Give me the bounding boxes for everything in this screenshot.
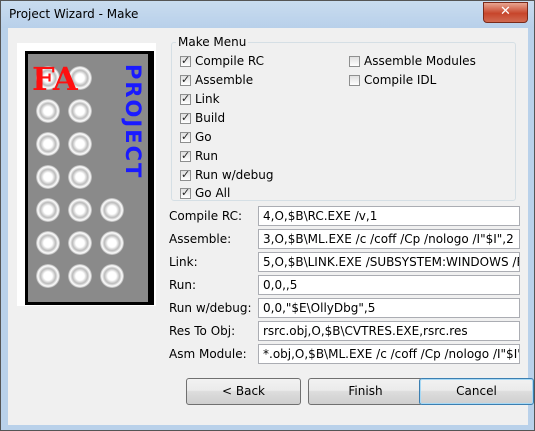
- field-label-6: Asm Module:: [169, 347, 247, 361]
- checkbox-label: Assemble: [195, 73, 254, 87]
- checkbox-label: Compile RC: [195, 54, 265, 68]
- image-pattern-blob: [68, 132, 92, 156]
- checkbox-box[interactable]: [349, 55, 360, 67]
- checkbox-label: Go All: [195, 186, 231, 200]
- checkbox-assemble-modules[interactable]: Assemble Modules: [349, 53, 476, 69]
- field-label-5: Res To Obj:: [169, 324, 236, 338]
- checkbox-compile-idl[interactable]: Compile IDL: [349, 72, 436, 88]
- checkbox-label: Run w/debug: [195, 168, 274, 182]
- checkbox-assemble[interactable]: Assemble: [180, 72, 253, 88]
- checkbox-label: Link: [195, 92, 220, 106]
- checkbox-label: Assemble Modules: [364, 54, 476, 68]
- checkbox-box[interactable]: [180, 111, 191, 124]
- make-menu-legend: Make Menu: [178, 35, 247, 49]
- checkbox-build[interactable]: Build: [180, 110, 225, 126]
- checkbox-box[interactable]: [180, 92, 191, 105]
- image-pattern-blob: [36, 99, 60, 123]
- checkbox-label: Build: [195, 111, 226, 125]
- wizard-image-frame: FA PROJECT: [17, 43, 156, 306]
- field-input-run[interactable]: 0,0,,5: [258, 275, 520, 295]
- checkbox-label: Go: [195, 130, 212, 144]
- checkbox-go[interactable]: Go: [180, 129, 212, 145]
- checkbox-box[interactable]: [180, 54, 191, 67]
- wizard-image: FA PROJECT: [25, 51, 154, 305]
- field-label-3: Run:: [169, 278, 197, 292]
- checkbox-run[interactable]: Run: [180, 148, 218, 164]
- image-pattern-blob: [100, 198, 124, 222]
- close-icon: ✕: [500, 4, 511, 19]
- image-pattern-blob: [68, 165, 92, 189]
- close-button[interactable]: ✕: [483, 2, 528, 23]
- image-pattern-blob: [100, 231, 124, 255]
- field-label-2: Link:: [169, 255, 198, 269]
- cancel-button[interactable]: Cancel: [419, 378, 534, 405]
- project-wizard-window: Project Wizard - Make ✕ FA PROJECT Make …: [0, 0, 535, 431]
- field-input-run-w-debug[interactable]: 0,0,"$E\OllyDbg",5: [258, 298, 520, 318]
- checkbox-box[interactable]: [180, 149, 191, 162]
- checkbox-box[interactable]: [349, 74, 360, 86]
- image-pattern-blob: [68, 99, 92, 123]
- finish-button[interactable]: Finish: [308, 378, 423, 405]
- field-label-1: Assemble:: [169, 232, 232, 246]
- back-button[interactable]: < Back: [186, 378, 301, 405]
- image-pattern-blob: [68, 231, 92, 255]
- title-bar[interactable]: Project Wizard - Make ✕: [1, 1, 534, 28]
- field-input-compile-rc[interactable]: 4,O,$B\RC.EXE /v,1: [258, 206, 520, 226]
- field-input-assemble[interactable]: 3,O,$B\ML.EXE /c /coff /Cp /nologo /I"$I…: [258, 229, 520, 249]
- image-pattern-blob: [68, 198, 92, 222]
- wizard-image-canvas: FA PROJECT: [28, 54, 148, 302]
- image-pattern-blob: [68, 264, 92, 288]
- image-pattern-blob: [36, 231, 60, 255]
- field-input-link[interactable]: 5,O,$B\LINK.EXE /SUBSYSTEM:WINDOWS /RE: [258, 252, 520, 272]
- checkbox-go-all[interactable]: Go All: [180, 185, 230, 201]
- field-input-res-to-obj[interactable]: rsrc.obj,O,$B\CVTRES.EXE,rsrc.res: [258, 321, 520, 341]
- checkbox-run-w-debug[interactable]: Run w/debug: [180, 167, 274, 183]
- window-title: Project Wizard - Make: [9, 7, 139, 21]
- checkbox-label: Compile IDL: [364, 73, 437, 87]
- checkbox-label: Run: [195, 149, 219, 163]
- checkbox-compile-rc[interactable]: Compile RC: [180, 53, 264, 69]
- image-pattern-blob: [36, 264, 60, 288]
- field-label-4: Run w/debug:: [169, 301, 252, 315]
- image-pattern-blob: [36, 198, 60, 222]
- dialog-client-area: FA PROJECT Make Menu Compile RC Assemble L…: [8, 28, 534, 425]
- image-pattern-blob: [100, 264, 124, 288]
- checkbox-link[interactable]: Link: [180, 91, 220, 107]
- fa-logo: FA: [32, 60, 78, 98]
- checkbox-box[interactable]: [180, 130, 191, 143]
- image-pattern-blob: [36, 165, 60, 189]
- field-input-asm-module[interactable]: *.obj,O,$B\ML.EXE /c /coff /Cp /nologo /…: [258, 344, 520, 364]
- image-pattern-blob: [36, 132, 60, 156]
- project-vertical-text: PROJECT: [121, 64, 145, 180]
- checkbox-box[interactable]: [180, 73, 191, 86]
- checkbox-box[interactable]: [180, 186, 191, 199]
- checkbox-box[interactable]: [180, 168, 191, 181]
- field-label-0: Compile RC:: [169, 209, 243, 223]
